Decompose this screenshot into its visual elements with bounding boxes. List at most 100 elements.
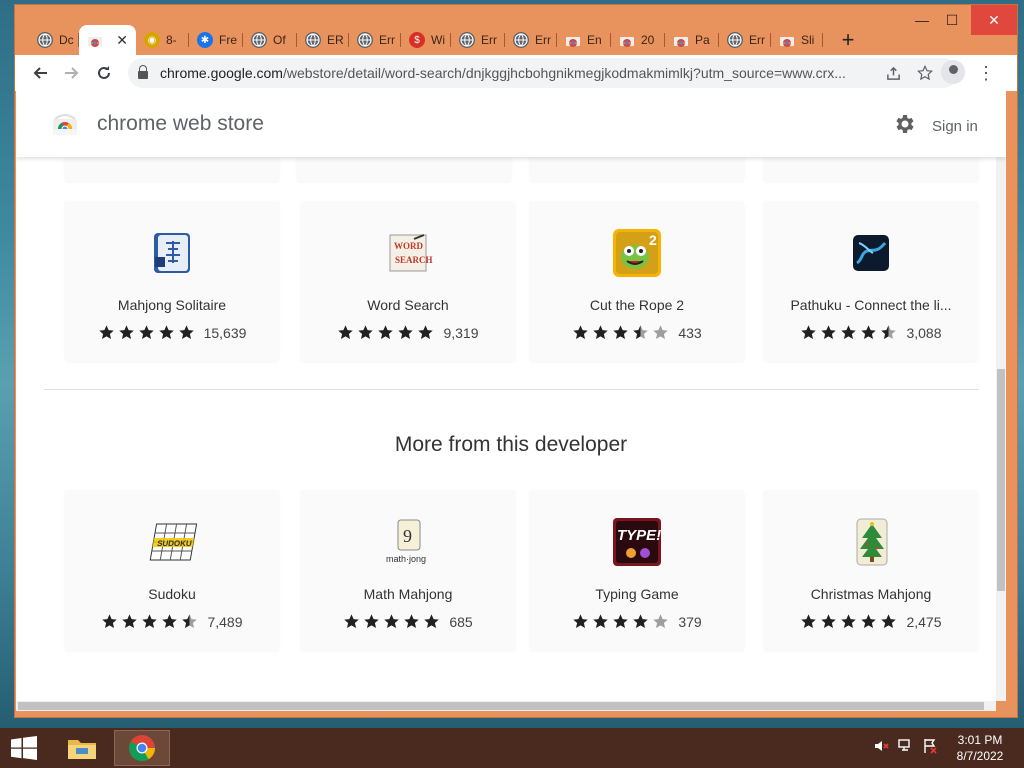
app-card[interactable]: SUDOKU Sudoku 7,489: [65, 490, 279, 650]
tab-label: Fre: [219, 33, 237, 47]
maximize-button[interactable]: ☐: [935, 5, 969, 35]
tab-12[interactable]: Pa: [665, 25, 719, 55]
chrome-web-store-icon: [565, 32, 581, 48]
tab-10[interactable]: En: [557, 25, 611, 55]
taskbar: 3:01 PM 8/7/2022: [0, 728, 1024, 768]
rating-count: 15,639: [203, 324, 247, 341]
bug-icon: ✱: [197, 32, 213, 48]
network-icon[interactable]: [898, 738, 914, 757]
app-name: Mahjong Solitaire: [117, 297, 227, 313]
tab-label: Err: [379, 33, 395, 47]
browser-menu-icon[interactable]: ⋮: [977, 60, 995, 86]
scrollbar-thumb[interactable]: [997, 369, 1005, 591]
tab-9[interactable]: Err: [505, 25, 557, 55]
star-full-icon: [344, 614, 360, 629]
close-window-button[interactable]: ✕: [971, 5, 1017, 35]
share-icon[interactable]: [882, 62, 904, 84]
tab-label: 20: [641, 33, 655, 47]
chrome-taskbar-button[interactable]: [114, 730, 170, 766]
app-card[interactable]: Pathuku - Connect the li... 3,088: [764, 201, 978, 361]
tab-label: En: [587, 33, 602, 47]
address-bar[interactable]: chrome.google.com/webstore/detail/word-s…: [128, 58, 958, 88]
forward-button[interactable]: [59, 60, 85, 86]
star-full-icon: [861, 614, 877, 629]
svg-text:WORD: WORD: [394, 241, 424, 251]
star-rating: 685: [301, 613, 515, 630]
clock-time: 3:01 PM: [957, 733, 1003, 747]
bookmark-star-icon[interactable]: [914, 62, 936, 84]
tab-8[interactable]: Err: [451, 25, 505, 55]
star-empty-icon: [653, 325, 669, 340]
star-half-icon: [633, 325, 649, 340]
sudoku-icon: SUDOKU: [146, 516, 198, 568]
tab-13[interactable]: Err: [719, 25, 771, 55]
star-full-icon: [138, 325, 154, 340]
math-mahjong-icon: 9 math·jong: [382, 516, 434, 568]
start-button[interactable]: [0, 728, 48, 768]
scrollbar-thumb[interactable]: [18, 702, 984, 710]
tab-label: Err: [535, 33, 551, 47]
tab-1[interactable]: ✕: [79, 25, 136, 55]
app-card[interactable]: 9 math·jong Math Mahjong 685: [301, 490, 515, 650]
star-full-icon: [821, 614, 837, 629]
tab-4[interactable]: Of: [243, 25, 297, 55]
system-clock[interactable]: 3:01 PM 8/7/2022: [950, 732, 1010, 764]
star-full-icon: [162, 614, 178, 629]
svg-text:math·jong: math·jong: [386, 554, 426, 564]
globe-icon: [513, 32, 529, 48]
section-title: More from this developer: [394, 433, 628, 456]
star-full-icon: [122, 614, 138, 629]
tab-5[interactable]: ER: [297, 25, 349, 55]
star-full-icon: [102, 614, 118, 629]
tab-2[interactable]: ◉ 8-: [136, 25, 189, 55]
star-full-icon: [593, 614, 609, 629]
star-rating: 379: [530, 613, 744, 630]
globe-icon: [357, 32, 373, 48]
star-rating: 2,475: [764, 613, 978, 630]
mahjong-tile-icon: [146, 227, 198, 279]
app-card[interactable]: TYPE! Typing Game 379: [530, 490, 744, 650]
back-button[interactable]: [27, 60, 53, 86]
chrome-web-store-icon: [619, 32, 635, 48]
gear-icon[interactable]: [892, 112, 916, 136]
tab-0[interactable]: Dc: [29, 25, 79, 55]
file-explorer-taskbar-button[interactable]: [54, 730, 110, 766]
minimize-button[interactable]: —: [905, 5, 939, 35]
tab-11[interactable]: 20: [611, 25, 665, 55]
sign-in-link[interactable]: Sign in: [932, 118, 978, 135]
app-card[interactable]: WORD SEARCH Word Search 9,319: [301, 201, 515, 361]
chrome-web-store-icon: [673, 32, 689, 48]
windows-logo-icon: [11, 736, 37, 760]
reload-button[interactable]: [91, 60, 117, 86]
star-full-icon: [424, 614, 440, 629]
tab-14[interactable]: Sli: [771, 25, 823, 55]
app-card[interactable]: Christmas Mahjong 2,475: [764, 490, 978, 650]
store-title[interactable]: chrome web store: [97, 112, 264, 136]
app-card[interactable]: Mahjong Solitaire 15,639: [65, 201, 279, 361]
star-full-icon: [358, 325, 374, 340]
url-text[interactable]: chrome.google.com/webstore/detail/word-s…: [160, 65, 860, 81]
profile-avatar-icon[interactable]: [941, 60, 965, 84]
star-full-icon: [881, 614, 897, 629]
volume-muted-icon[interactable]: [874, 738, 890, 757]
forward-arrow-icon: [65, 67, 79, 79]
new-tab-button[interactable]: +: [835, 27, 861, 53]
tab-label: Wi: [431, 33, 445, 47]
tab-6[interactable]: Err: [349, 25, 401, 55]
star-full-icon: [398, 325, 414, 340]
star-full-icon: [861, 325, 877, 340]
rating-count: 9,319: [443, 324, 479, 341]
chrome-web-store-icon: [779, 32, 795, 48]
close-tab-icon[interactable]: ✕: [116, 32, 128, 49]
globe-icon: [459, 32, 475, 48]
store-header: chrome web store Sign in: [16, 91, 1006, 157]
tab-label: Pa: [695, 33, 710, 47]
tab-3[interactable]: ✱ Fre: [189, 25, 243, 55]
vertical-scrollbar[interactable]: [996, 91, 1006, 701]
rating-count: 433: [678, 324, 702, 341]
tab-7[interactable]: $ Wi: [401, 25, 451, 55]
horizontal-scrollbar[interactable]: [16, 701, 996, 711]
rating-count: 2,475: [906, 613, 942, 630]
action-center-flag-icon[interactable]: [922, 738, 938, 757]
app-card[interactable]: 2 Cut the Rope 2 433: [530, 201, 744, 361]
